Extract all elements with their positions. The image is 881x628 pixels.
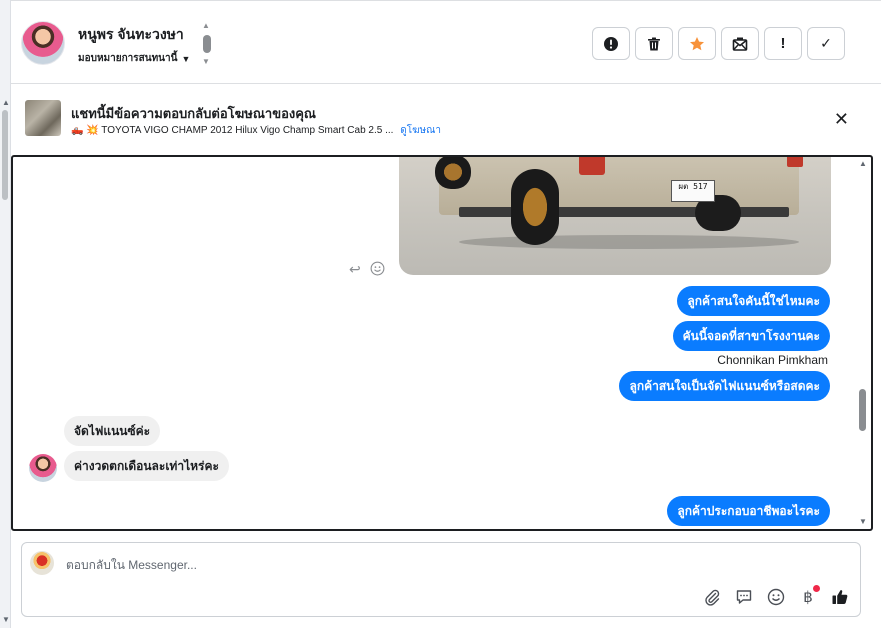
star-icon [690,36,704,50]
mini-scroll-up-icon[interactable]: ▲ [202,21,210,30]
thread-scrollbar-thumb[interactable] [859,389,866,431]
caret-down-icon: ▼ [181,53,191,64]
scroll-down-arrow-icon[interactable]: ▼ [2,615,10,624]
composer-tools: ฿ [702,585,850,607]
mini-scroll-thumb[interactable] [203,35,211,53]
left-scrollbar[interactable]: ▲ ▼ [0,0,11,628]
conversation-header: หนูพร จันทะวงษา มอบหมายการสนทนานี้ ▼ ▲ ▼ [11,0,881,84]
star-button[interactable] [678,27,716,60]
trash-icon [648,37,660,50]
truck-photo-attachment[interactable]: ผต 517 [399,157,831,275]
ad-description: 🛻 💥 TOYOTA VIGO CHAMP 2012 Hilux Vigo Ch… [71,125,394,136]
payment-button[interactable]: ฿ [798,585,820,607]
page-avatar[interactable] [30,551,54,575]
ad-banner-subtitle: 🛻 💥 TOYOTA VIGO CHAMP 2012 Hilux Vigo Ch… [71,123,441,138]
message-bubble-incoming[interactable]: จัดไฟแนนซ์ค่ะ [64,416,161,446]
thumbs-up-icon [832,590,848,604]
message-thread[interactable]: ผต 517 ↩ ลูกค้าสนใจคันนี้ใช่ไหมคะ คันนี้… [11,155,873,531]
photo-wheel-left [435,157,471,189]
react-smile-icon[interactable] [370,261,385,276]
mark-unread-button[interactable] [721,27,759,60]
emoji-button[interactable] [766,587,786,607]
ad-banner-title: แชทนี้มีข้อความตอบกลับต่อโฆษณาของคุณ [71,106,316,121]
close-icon[interactable]: ✕ [834,109,849,130]
reply-arrow-icon[interactable]: ↩ [349,261,361,278]
check-icon: ✓ [820,35,832,51]
header-actions: ! ✓ [592,27,845,60]
sender-name: Chonnikan Pimkham [717,353,828,367]
chat-bubble-icon [736,590,752,604]
message-bubble-incoming[interactable]: ค่างวดตกเดือนละเท่าไหร่คะ [64,451,229,481]
assign-conversation-dropdown[interactable]: มอบหมายการสนทนานี้ ▼ [78,51,190,66]
ad-reply-banner: แชทนี้มีข้อความตอบกลับต่อโฆษณาของคุณ 🛻 💥… [11,85,881,155]
follow-up-button[interactable]: ! [764,27,802,60]
photo-license-plate: ผต 517 [671,180,715,202]
thread-scroll-down-icon[interactable]: ▼ [859,517,867,526]
contact-name[interactable]: หนูพร จันทะวงษา [78,24,184,46]
photo-wheel-rear [511,169,559,245]
view-ad-link[interactable]: ดูโฆษณา [400,125,441,136]
message-bubble-outgoing[interactable]: ลูกค้าสนใจคันนี้ใช่ไหมคะ [677,286,830,316]
message-bubble-outgoing[interactable]: ลูกค้าประกอบอาชีพอะไรคะ [667,496,830,526]
contact-avatar-small[interactable] [29,454,57,482]
thread-scroll-up-icon[interactable]: ▲ [859,159,867,168]
photo-tail-light-right [787,157,803,167]
saved-replies-button[interactable] [734,587,754,607]
photo-shadow [459,235,799,249]
alert-circle-icon [604,36,618,51]
photo-tail-light [579,157,605,175]
message-composer: ฿ [21,542,861,617]
inbox-conversation-panel: ▲ ▼ หนูพร จันทะวงษา มอบหมายการสนทนานี้ ▼… [0,0,881,628]
baht-icon: ฿ [803,589,813,606]
mark-done-button[interactable]: ✓ [807,27,845,60]
attach-button[interactable] [702,587,722,607]
reply-input[interactable] [66,555,666,575]
like-button[interactable] [830,587,850,607]
smile-icon [767,588,785,606]
header-mini-scrollbar[interactable]: ▲ ▼ [201,21,213,69]
scroll-up-arrow-icon[interactable]: ▲ [2,98,10,107]
delete-button[interactable] [635,27,673,60]
assign-label: มอบหมายการสนทนานี้ [78,53,178,64]
left-scrollbar-thumb[interactable] [2,110,8,200]
ad-thumbnail[interactable] [25,100,61,136]
message-bubble-outgoing[interactable]: ลูกค้าสนใจเป็นจัดไฟแนนซ์หรือสดคะ [619,371,830,401]
thread-scrollbar[interactable]: ▲ ▼ [857,157,869,529]
envelope-icon [732,37,748,51]
photo-truck-body [439,157,799,215]
mini-scroll-down-icon[interactable]: ▼ [202,57,210,66]
message-bubble-outgoing[interactable]: คันนี้จอดที่สาขาโรงงานคะ [672,321,830,351]
notification-dot [813,585,820,592]
paperclip-icon [705,589,720,606]
mark-spam-button[interactable] [592,27,630,60]
exclamation-icon: ! [780,35,786,52]
contact-avatar[interactable] [21,21,65,65]
